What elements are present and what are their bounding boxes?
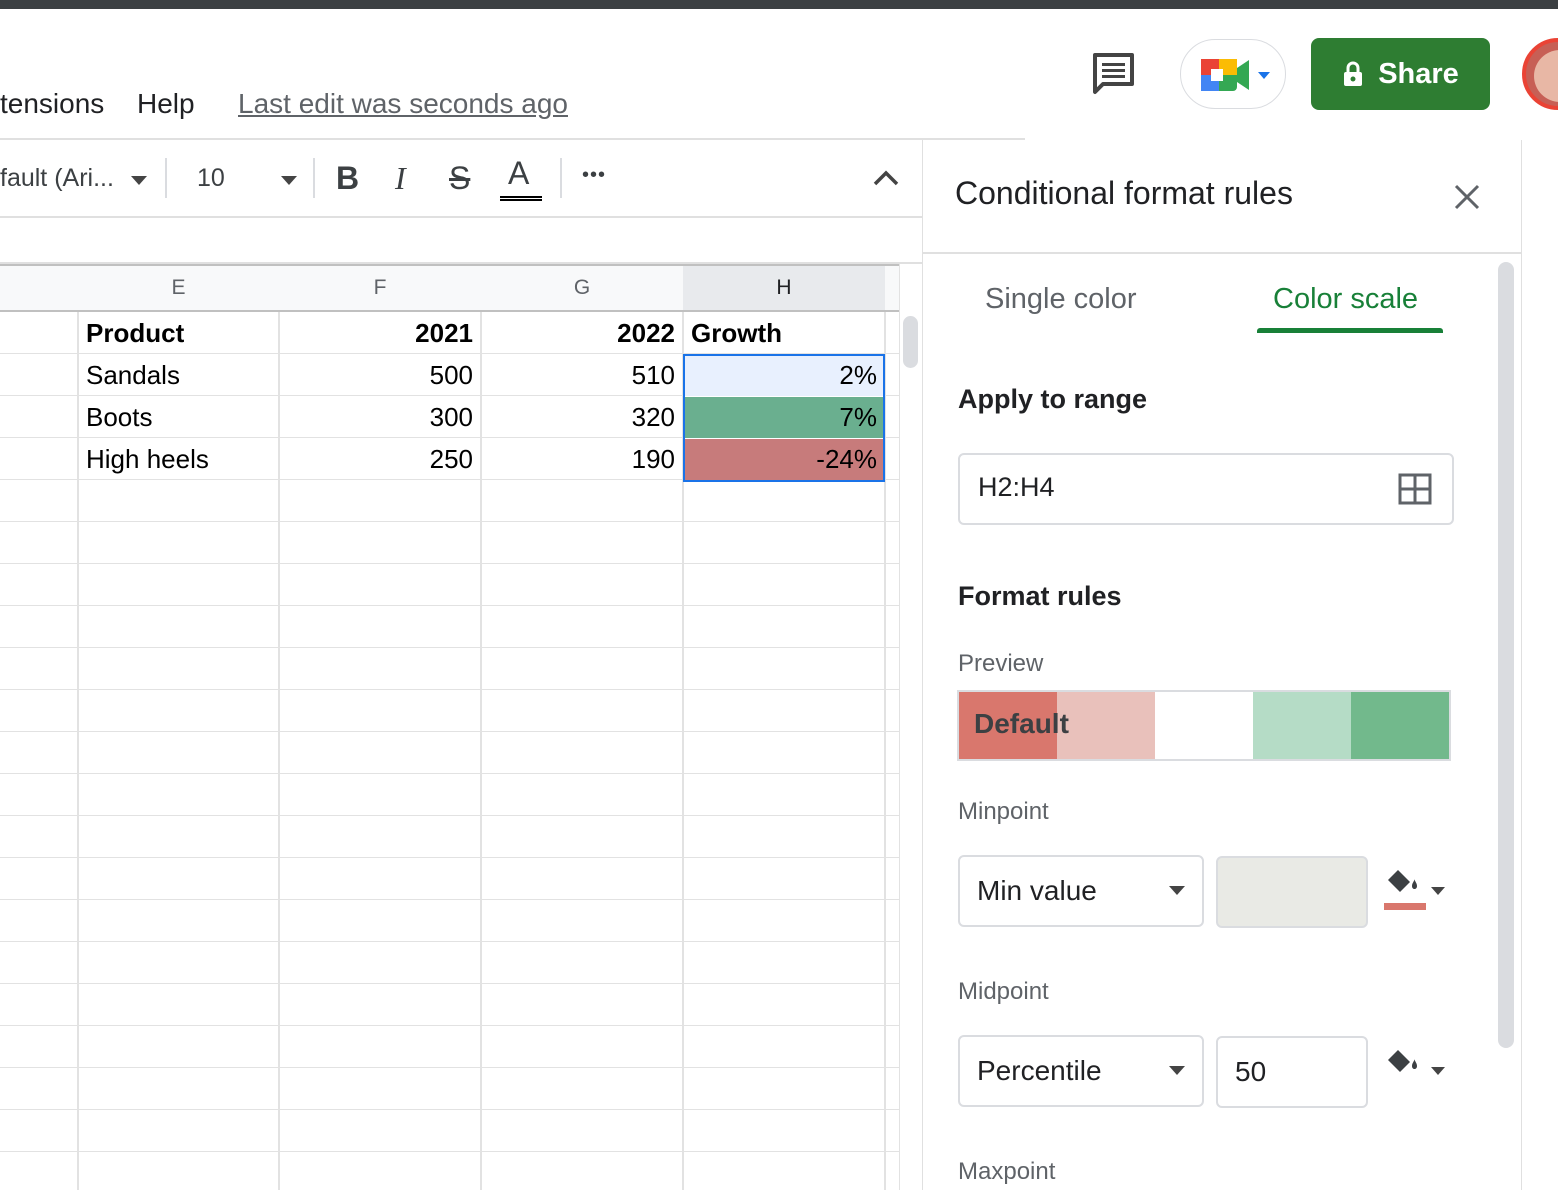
tab-single-color[interactable]: Single color xyxy=(985,283,1137,316)
bold-icon[interactable]: B xyxy=(336,160,359,197)
cell-g4[interactable]: 190 xyxy=(481,438,683,480)
column-header-e[interactable]: E xyxy=(78,264,279,312)
close-icon[interactable] xyxy=(1450,180,1484,214)
cell-h1[interactable]: Growth xyxy=(683,312,885,354)
toolbar-divider xyxy=(560,158,562,198)
preview-swatch xyxy=(1351,692,1449,759)
avatar[interactable] xyxy=(1522,38,1558,110)
preview-label: Preview xyxy=(958,650,1044,677)
apply-to-range-label: Apply to range xyxy=(958,384,1148,414)
italic-icon[interactable]: I xyxy=(395,160,406,197)
share-label: Share xyxy=(1378,57,1459,90)
grid-hline xyxy=(0,1151,899,1152)
column-header-edge xyxy=(885,264,899,312)
more-options-icon[interactable]: ••• xyxy=(582,164,606,187)
format-rules-label: Format rules xyxy=(958,581,1122,611)
cell-e1[interactable]: Product xyxy=(78,312,279,354)
preview-swatch xyxy=(1155,692,1253,759)
select-range-icon[interactable] xyxy=(1398,473,1432,505)
cell-g1[interactable]: 2022 xyxy=(481,312,683,354)
grid-hline xyxy=(0,689,899,690)
panel-title: Conditional format rules xyxy=(955,175,1293,211)
grid-hline xyxy=(0,899,899,900)
midpoint-label: Midpoint xyxy=(958,978,1049,1005)
minpoint-fill-color-button[interactable] xyxy=(1382,866,1452,916)
grid-hline xyxy=(0,941,899,942)
menu-help[interactable]: Help xyxy=(137,88,195,120)
grid-hline xyxy=(0,1109,899,1110)
text-color-swatch xyxy=(500,196,542,201)
cell-e2[interactable]: Sandals xyxy=(78,354,279,396)
preview-swatch xyxy=(1057,692,1155,759)
panel-divider xyxy=(922,252,1522,254)
grid-hline xyxy=(0,1025,899,1026)
strikethrough-icon[interactable]: S xyxy=(449,160,470,197)
cell-g2[interactable]: 510 xyxy=(481,354,683,396)
grid-hline xyxy=(0,815,899,816)
minpoint-value-input xyxy=(1216,856,1368,928)
column-header-blank xyxy=(0,264,78,312)
cell-e3[interactable]: Boots xyxy=(78,396,279,438)
grid-hline xyxy=(0,563,899,564)
cell-f2[interactable]: 500 xyxy=(279,354,481,396)
column-header-g[interactable]: G xyxy=(481,264,683,312)
font-size-dropdown-icon[interactable] xyxy=(281,176,297,185)
grid-hline xyxy=(0,605,899,606)
window-top-strip xyxy=(0,0,1558,9)
column-header-h[interactable]: H xyxy=(683,264,885,312)
fill-color-icon xyxy=(1388,1050,1445,1075)
cell-g3[interactable]: 320 xyxy=(481,396,683,438)
grid-hline xyxy=(0,773,899,774)
grid-hline xyxy=(0,647,899,648)
preview-text: Default xyxy=(974,708,1069,739)
panel-scrollbar[interactable] xyxy=(1498,262,1514,1048)
column-header-f[interactable]: F xyxy=(279,264,481,312)
midpoint-value: 50 xyxy=(1235,1056,1267,1087)
font-dropdown-icon[interactable] xyxy=(131,176,147,185)
grid-scroll-thumb[interactable] xyxy=(903,316,918,368)
toolbar-divider xyxy=(313,158,315,198)
fill-color-icon xyxy=(1384,870,1445,910)
cell-f1[interactable]: 2021 xyxy=(279,312,481,354)
midpoint-value-input[interactable]: 50 xyxy=(1216,1036,1368,1108)
lock-icon xyxy=(1344,61,1363,86)
grid-scrollbar[interactable] xyxy=(899,264,923,1190)
chevron-down-icon[interactable] xyxy=(1169,886,1185,895)
minpoint-label: Minpoint xyxy=(958,798,1049,825)
text-color-icon[interactable]: A xyxy=(508,155,529,192)
grid-hline xyxy=(0,731,899,732)
minpoint-type-select[interactable]: Min value xyxy=(958,855,1204,927)
selected-range xyxy=(683,354,885,482)
meet-icon xyxy=(1201,59,1270,91)
chevron-down-icon[interactable] xyxy=(1169,1066,1185,1075)
midpoint-type-select[interactable]: Percentile xyxy=(958,1035,1204,1107)
grid-hline xyxy=(0,1067,899,1068)
midpoint-fill-color-button[interactable] xyxy=(1382,1046,1452,1096)
cell-f4[interactable]: 250 xyxy=(279,438,481,480)
tab-color-scale[interactable]: Color scale xyxy=(1273,283,1418,316)
range-value[interactable]: H2:H4 xyxy=(978,472,1055,503)
toolbar-divider xyxy=(165,158,167,198)
last-edit-link[interactable]: Last edit was seconds ago xyxy=(238,88,568,120)
minpoint-type-value: Min value xyxy=(977,875,1097,906)
font-size-select[interactable]: 10 xyxy=(197,164,225,193)
menu-extensions[interactable]: tensions xyxy=(0,88,104,120)
grid-hline xyxy=(0,521,899,522)
collapse-toolbar-icon[interactable] xyxy=(872,168,900,188)
toolbar-divider-line xyxy=(0,216,922,218)
active-tab-indicator xyxy=(1257,328,1443,333)
grid-hline xyxy=(0,857,899,858)
cell-f3[interactable]: 300 xyxy=(279,396,481,438)
share-button[interactable]: Share xyxy=(1311,38,1490,110)
maxpoint-label: Maxpoint xyxy=(958,1158,1056,1185)
header-divider xyxy=(0,138,1025,140)
comment-icon[interactable] xyxy=(1090,50,1138,98)
grid-hline xyxy=(0,983,899,984)
font-family-select[interactable]: fault (Ari... xyxy=(0,164,114,193)
preview-swatch xyxy=(1253,692,1351,759)
midpoint-type-value: Percentile xyxy=(977,1055,1102,1086)
meet-button[interactable] xyxy=(1180,39,1286,109)
cell-e4[interactable]: High heels xyxy=(78,438,279,480)
